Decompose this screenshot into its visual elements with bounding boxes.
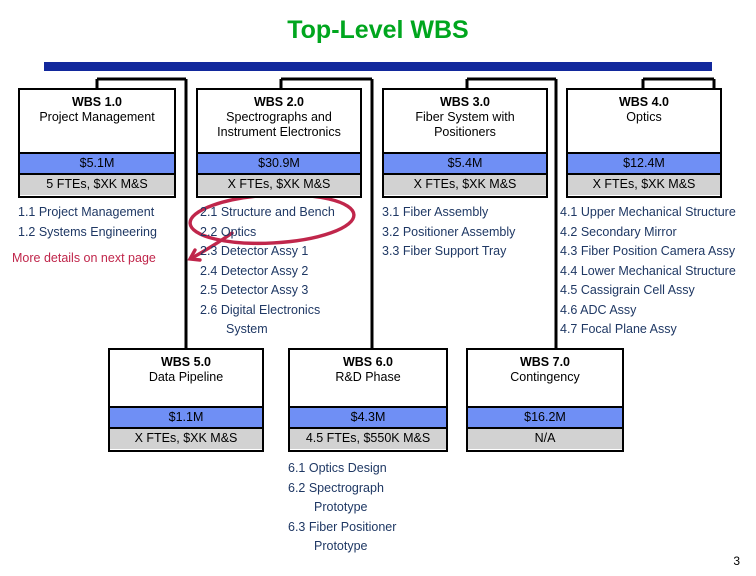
wbs-box-6-budget: $4.3M — [290, 406, 446, 428]
wbs-box-5-name: Data Pipeline — [148, 370, 224, 384]
wbs-box-2-resources: X FTEs, $XK M&S — [198, 173, 360, 195]
wbs-box-5-header: WBS 5.0 Data Pipeline — [110, 350, 262, 389]
list-item: 4.7 Focal Plane Assy — [560, 322, 677, 336]
list-item: 2.4 Detector Assy 2 — [200, 263, 309, 278]
list-item: 6.3 Fiber Positioner Prototype — [288, 519, 397, 554]
wbs-box-4-code: WBS 4.0 — [618, 95, 669, 109]
wbs-box-1-resources: 5 FTEs, $XK M&S — [20, 173, 174, 195]
list-item: 1.2 Systems Engineering — [18, 224, 157, 239]
list-item: 3.1 Fiber Assembly — [382, 205, 489, 219]
list-item: 4.2 Secondary Mirror — [560, 224, 677, 239]
wbs-box-7-resources: N/A — [468, 427, 622, 449]
wbs-box-7-budget: $16.2M — [468, 406, 622, 428]
wbs-box-4-budget: $12.4M — [568, 152, 720, 174]
page-number: 3 — [733, 554, 740, 568]
wbs-box-3-name: Fiber System with Positioners — [415, 110, 515, 139]
wbs-box-3-header: WBS 3.0 Fiber System with Positioners — [384, 90, 546, 144]
wbs-box-6-name: R&D Phase — [335, 370, 401, 384]
list-item: 4.1 Upper Mechanical Structure — [560, 205, 736, 219]
wbs-4-subitems: 4.1 Upper Mechanical Structure 4.2 Secon… — [560, 203, 738, 340]
list-item: 2.6 Digital Electronics System — [200, 302, 321, 337]
wbs-box-2[interactable]: WBS 2.0 Spectrographs and Instrument Ele… — [196, 88, 362, 198]
wbs-box-3[interactable]: WBS 3.0 Fiber System with Positioners $5… — [382, 88, 548, 198]
list-item: 2.1 Structure and Bench — [200, 205, 335, 219]
list-item: 6.1 Optics Design — [288, 461, 387, 475]
wbs-box-7-code: WBS 7.0 — [519, 355, 570, 369]
list-item: 4.4 Lower Mechanical Structure — [560, 263, 736, 278]
wbs-box-6-code: WBS 6.0 — [342, 355, 393, 369]
wbs-3-subitems: 3.1 Fiber Assembly 3.2 Positioner Assemb… — [382, 203, 552, 262]
list-item: 6.2 Spectrograph Prototype — [288, 480, 384, 515]
wbs-box-1[interactable]: WBS 1.0 Project Management $5.1M 5 FTEs,… — [18, 88, 176, 198]
wbs-box-5-budget: $1.1M — [110, 406, 262, 428]
slide-canvas: Top-Level WBS WBS 1.0 Project Management… — [0, 0, 756, 576]
wbs-box-1-code: WBS 1.0 — [71, 95, 122, 109]
list-item: 2.3 Detector Assy 1 — [200, 244, 309, 258]
more-details-note: More details on next page — [12, 251, 156, 265]
wbs-box-1-name: Project Management — [39, 110, 155, 124]
wbs-box-3-code: WBS 3.0 — [439, 95, 490, 109]
wbs-box-2-header: WBS 2.0 Spectrographs and Instrument Ele… — [198, 90, 360, 144]
wbs-box-5[interactable]: WBS 5.0 Data Pipeline $1.1M X FTEs, $XK … — [108, 348, 264, 452]
list-item: 1.1 Project Management — [18, 205, 155, 219]
wbs-box-3-budget: $5.4M — [384, 152, 546, 174]
wbs-box-1-header: WBS 1.0 Project Management — [20, 90, 174, 129]
wbs-box-4-resources: X FTEs, $XK M&S — [568, 173, 720, 195]
wbs-box-5-resources: X FTEs, $XK M&S — [110, 427, 262, 449]
wbs-box-7-header: WBS 7.0 Contingency — [468, 350, 622, 389]
list-item: 4.5 Cassigrain Cell Assy — [560, 283, 695, 297]
wbs-box-4-header: WBS 4.0 Optics — [568, 90, 720, 129]
wbs-box-2-code: WBS 2.0 — [253, 95, 304, 109]
wbs-box-5-code: WBS 5.0 — [160, 355, 211, 369]
wbs-box-2-name: Spectrographs and Instrument Electronics — [217, 110, 341, 139]
list-item: 3.3 Fiber Support Tray — [382, 244, 507, 258]
list-item: 3.2 Positioner Assembly — [382, 224, 516, 239]
wbs-box-6-header: WBS 6.0 R&D Phase — [290, 350, 446, 389]
wbs-box-6[interactable]: WBS 6.0 R&D Phase $4.3M 4.5 FTEs, $550K … — [288, 348, 448, 452]
list-item: 4.3 Fiber Position Camera Assy — [560, 244, 736, 258]
wbs-1-subitems: 1.1 Project Management 1.2 Systems Engin… — [18, 203, 188, 242]
wbs-box-7-name: Contingency — [510, 370, 580, 384]
list-item: 4.6 ADC Assy — [560, 302, 637, 317]
wbs-box-1-budget: $5.1M — [20, 152, 174, 174]
wbs-box-3-resources: X FTEs, $XK M&S — [384, 173, 546, 195]
list-item: 2.2 Optics — [200, 224, 257, 239]
wbs-box-4-name: Optics — [626, 110, 662, 124]
wbs-6-subitems: 6.1 Optics Design 6.2 Spectrograph Proto… — [288, 459, 438, 557]
list-item: 2.5 Detector Assy 3 — [200, 283, 309, 297]
wbs-box-6-resources: 4.5 FTEs, $550K M&S — [290, 427, 446, 449]
wbs-box-4[interactable]: WBS 4.0 Optics $12.4M X FTEs, $XK M&S — [566, 88, 722, 198]
wbs-2-subitems: 2.1 Structure and Bench 2.2 Optics 2.3 D… — [200, 203, 360, 340]
wbs-box-7[interactable]: WBS 7.0 Contingency $16.2M N/A — [466, 348, 624, 452]
wbs-box-2-budget: $30.9M — [198, 152, 360, 174]
